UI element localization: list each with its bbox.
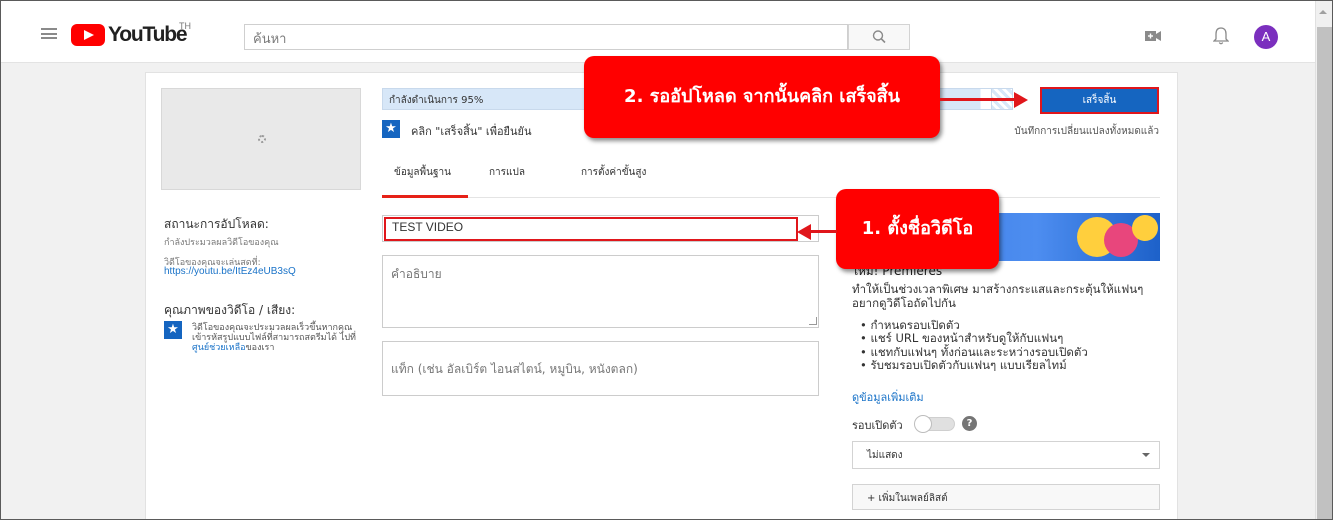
tab-basic-info[interactable]: ข้อมูลพื้นฐาน [394,165,451,180]
title-input[interactable]: TEST VIDEO [384,217,798,241]
list-item: แชทกับแฟนๆ ทั้งก่อนและระหว่างรอบเปิดตัว [860,345,1160,359]
star-icon: ★ [382,120,400,138]
search-button[interactable] [848,24,910,50]
toggle-knob[interactable] [914,415,932,433]
upload-status-desc: กำลังประมวลผลวิดีโอของคุณ [164,238,279,248]
hamburger-menu-icon[interactable] [41,28,57,39]
quality-text-suffix: ของเรา [245,343,275,353]
scroll-up-arrow-icon[interactable] [1319,10,1327,14]
video-url-link[interactable]: https://youtu.be/ItEz4eUB3sQ [164,266,296,277]
list-item: รับชมรอบเปิดตัวกับแฟนๆ แบบเรียลไทม์ [860,358,1160,372]
premieres-features: กำหนดรอบเปิดตัว แชร์ URL ของหน้าสำหรับดู… [860,318,1160,372]
description-textarea[interactable]: คำอธิบาย [382,255,819,328]
search-icon [872,30,886,44]
banner-art [1132,215,1158,241]
create-video-icon[interactable] [1145,30,1161,42]
loading-spinner-icon [258,135,266,143]
help-icon[interactable]: ? [962,416,977,431]
notifications-bell-icon[interactable] [1213,26,1229,46]
play-logo-icon [71,24,105,46]
resize-handle-icon[interactable] [809,317,817,325]
annotation-arrowhead-2 [1014,92,1028,108]
tab-advanced-settings[interactable]: การตั้งค่าขั้นสูง [581,165,646,180]
browser-frame: YouTube TH ค้นหา A กำลังดำเนินการ 95% ★ … [0,0,1333,520]
tab-translation[interactable]: การแปล [489,165,525,180]
annotation-step-2: 2. รออัปโหลด จากนั้นคลิก เสร็จสิ้น [584,56,940,138]
saved-status-text: บันทึกการเปลี่ยนแปลงทั้งหมดแล้ว [1014,126,1159,137]
search-input[interactable]: ค้นหา [244,24,848,50]
logo-text: YouTube [108,23,188,46]
quality-description: วิดีโอของคุณจะประมวลผลเร็วขึ้นหากคุณเข้า… [192,323,357,353]
active-tab-indicator [382,195,468,198]
video-thumbnail [161,88,361,190]
masthead: YouTube TH ค้นหา A [1,1,1315,63]
tabs-divider [382,197,1160,198]
list-item: แชร์ URL ของหน้าสำหรับดูให้กับแฟนๆ [860,331,1160,345]
dropdown-arrow-icon[interactable] [1142,453,1150,457]
annotation-step-1: 1. ตั้งชื่อวิดีโอ [836,189,999,269]
star-icon: ★ [164,321,182,339]
upload-status-title: สถานะการอัปโหลด: [164,217,269,231]
quality-text-body: วิดีโอของคุณจะประมวลผลเร็วขึ้นหากคุณเข้า… [192,323,356,343]
annotation-arrowhead-1 [797,224,811,240]
learn-more-link[interactable]: ดูข้อมูลเพิ่มเติม [852,388,924,406]
add-to-playlist-button[interactable]: + เพิ่มในเพลย์ลิสต์ [852,484,1160,510]
annotation-arrow-1 [809,230,837,233]
progress-label: กำลังดำเนินการ 95% [389,95,484,106]
tags-input[interactable]: แท็ก (เช่น อัลเบิร์ต ไอนสไตน์, หมูบิน, ห… [382,341,819,396]
quality-title: คุณภาพของวิดีโอ / เสียง: [164,303,296,317]
premieres-description: ทำให้เป็นช่วงเวลาพิเศษ มาสร้างกระแสและกร… [852,282,1144,310]
list-item: กำหนดรอบเปิดตัว [860,318,1160,332]
confirm-instruction: คลิก "เสร็จสิ้น" เพื่อยืนยัน [411,125,532,138]
account-avatar[interactable]: A [1254,25,1278,49]
visibility-select[interactable]: ไม่แสดง [852,441,1160,469]
youtube-logo[interactable]: YouTube [71,23,188,47]
done-button[interactable]: เสร็จสิ้น [1040,87,1159,114]
help-center-link[interactable]: ศูนย์ช่วยเหลือ [192,343,246,353]
premiere-toggle-label: รอบเปิดตัว [852,419,903,432]
annotation-arrow-2 [940,98,1016,101]
region-code: TH [179,21,191,31]
scrollbar-thumb[interactable] [1317,27,1332,519]
